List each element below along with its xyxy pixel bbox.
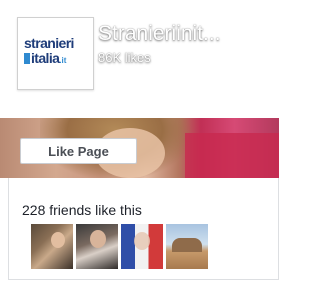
page-logo[interactable]: stranieri italia.it	[17, 17, 94, 90]
logo-text-top: stranieri	[24, 35, 74, 51]
logo-text-bottom: italia.it	[24, 51, 88, 68]
friend-avatar-2[interactable]	[76, 224, 118, 269]
page-name[interactable]: Stranieriinit...	[98, 22, 221, 46]
friends-like-count: 228 friends like this	[22, 202, 142, 218]
logo-bar-icon	[24, 53, 30, 64]
friend-avatar-4[interactable]	[166, 224, 208, 269]
friend-avatar-3[interactable]	[121, 224, 163, 269]
friend-avatar-1[interactable]	[31, 224, 73, 269]
cover-photo-shirt	[185, 133, 279, 178]
logo-text-tld: .it	[59, 56, 67, 65]
logo-text-italia: italia	[31, 50, 60, 66]
like-page-button[interactable]: Like Page	[20, 138, 137, 164]
likes-count: 86K likes	[98, 50, 151, 65]
